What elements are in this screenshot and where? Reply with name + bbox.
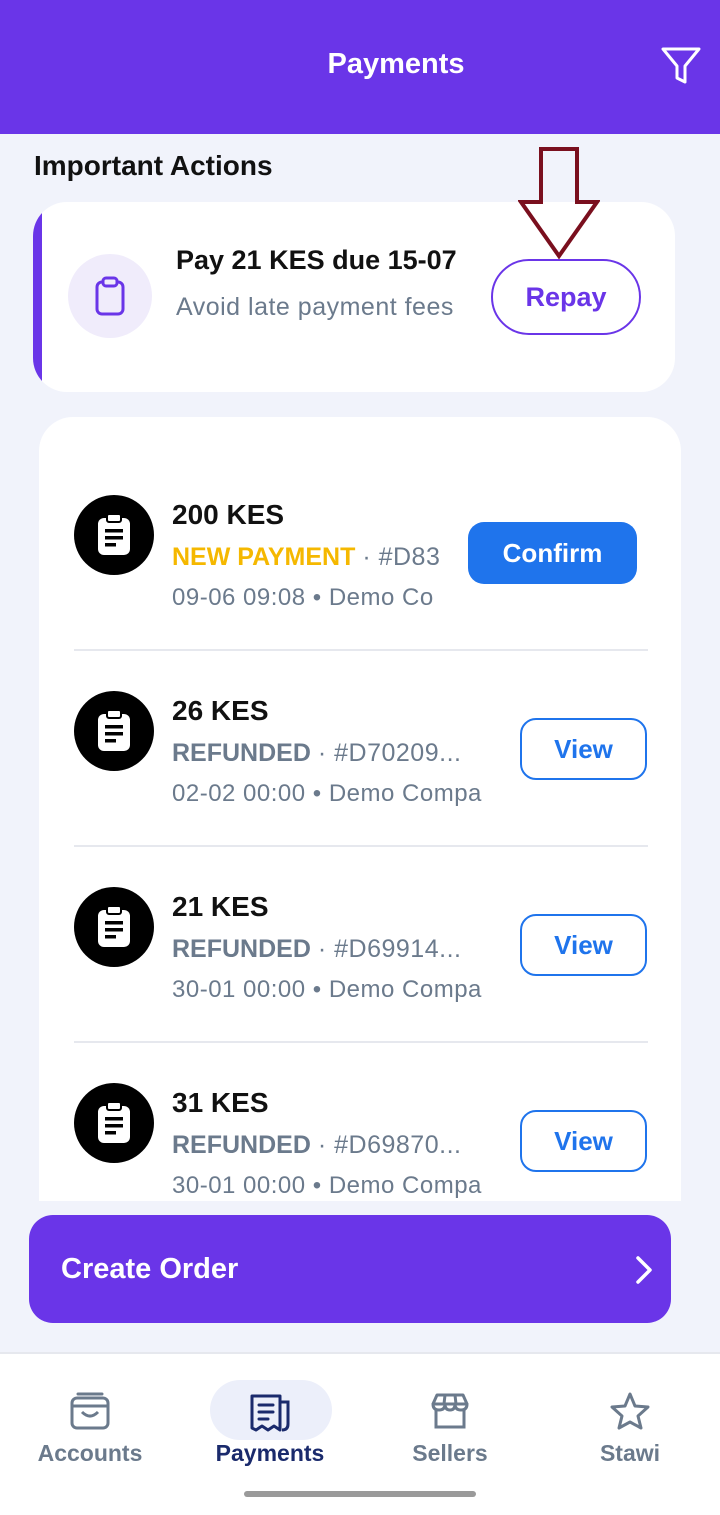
due-payment-title: Pay 21 KES due 15-07 xyxy=(176,245,457,275)
payment-amount: 21 KES xyxy=(172,891,269,922)
nav-label: Accounts xyxy=(37,1440,143,1466)
payment-row[interactable]: 200 KES NEW PAYMENT · #D83 09-06 09:08 •… xyxy=(39,417,681,651)
receipt-icon xyxy=(74,495,154,575)
page-title: Payments xyxy=(327,48,465,80)
payment-status-line: REFUNDED · #D70209... xyxy=(172,739,462,767)
receipt-icon xyxy=(250,1392,292,1437)
arrow-down-icon xyxy=(517,146,601,260)
payment-status-line: REFUNDED · #D69914... xyxy=(172,935,462,963)
payment-status-line: REFUNDED · #D69870... xyxy=(172,1131,462,1159)
payment-reference: #D69914... xyxy=(334,935,462,963)
payments-list: 200 KES NEW PAYMENT · #D83 09-06 09:08 •… xyxy=(39,417,681,1201)
repay-button[interactable]: Repay xyxy=(491,259,641,335)
payment-reference: #D69870... xyxy=(334,1131,462,1159)
payment-meta: 30-01 00:00 • Demo Compa xyxy=(172,1172,482,1199)
important-actions-title: Important Actions xyxy=(34,150,273,181)
clipboard-icon xyxy=(68,254,152,338)
chevron-right-icon xyxy=(633,1255,655,1290)
nav-sellers[interactable]: Sellers xyxy=(360,1354,540,1484)
store-icon xyxy=(430,1392,470,1435)
status-badge: REFUNDED xyxy=(172,1131,311,1159)
payment-meta: 30-01 00:00 • Demo Compa xyxy=(172,976,482,1003)
payment-amount: 31 KES xyxy=(172,1087,269,1118)
status-badge: REFUNDED xyxy=(172,739,311,767)
payment-meta: 09-06 09:08 • Demo Co xyxy=(172,584,434,611)
due-payment-subtitle: Avoid late payment fees xyxy=(176,293,454,321)
payment-reference: #D70209... xyxy=(334,739,462,767)
payment-amount: 200 KES xyxy=(172,499,285,530)
wallet-icon xyxy=(70,1392,110,1435)
confirm-button[interactable]: Confirm xyxy=(468,522,637,584)
receipt-icon xyxy=(74,1083,154,1163)
create-order-button[interactable]: Create Order xyxy=(29,1215,671,1323)
payment-amount: 26 KES xyxy=(172,695,269,726)
payment-meta: 02-02 00:00 • Demo Compa xyxy=(172,780,482,807)
status-badge: REFUNDED xyxy=(172,935,311,963)
nav-label: Payments xyxy=(215,1440,325,1466)
star-icon xyxy=(610,1392,650,1435)
receipt-icon xyxy=(74,691,154,771)
card-accent-bar xyxy=(33,202,42,392)
nav-payments[interactable]: Payments xyxy=(180,1354,360,1484)
nav-stawi[interactable]: Stawi xyxy=(540,1354,720,1484)
nav-accounts[interactable]: Accounts xyxy=(0,1354,180,1484)
payment-reference: #D83 xyxy=(378,543,441,571)
payment-row[interactable]: 26 KES REFUNDED · #D70209... 02-02 00:00… xyxy=(39,613,681,847)
payment-row[interactable]: 21 KES REFUNDED · #D69914... 30-01 00:00… xyxy=(39,809,681,1043)
view-button[interactable]: View xyxy=(520,914,647,976)
receipt-icon xyxy=(74,887,154,967)
status-badge: NEW PAYMENT xyxy=(172,543,356,571)
app-header: Payments xyxy=(0,0,720,134)
payment-row[interactable]: 31 KES REFUNDED · #D69870... 30-01 00:00… xyxy=(39,1005,681,1201)
nav-label: Sellers xyxy=(412,1440,488,1466)
view-button[interactable]: View xyxy=(520,1110,647,1172)
home-indicator xyxy=(244,1491,476,1497)
view-button[interactable]: View xyxy=(520,718,647,780)
nav-label: Stawi xyxy=(599,1440,661,1466)
payment-status-line: NEW PAYMENT · #D83 xyxy=(172,543,441,571)
create-order-label: Create Order xyxy=(61,1253,239,1285)
filter-icon[interactable] xyxy=(659,44,703,88)
